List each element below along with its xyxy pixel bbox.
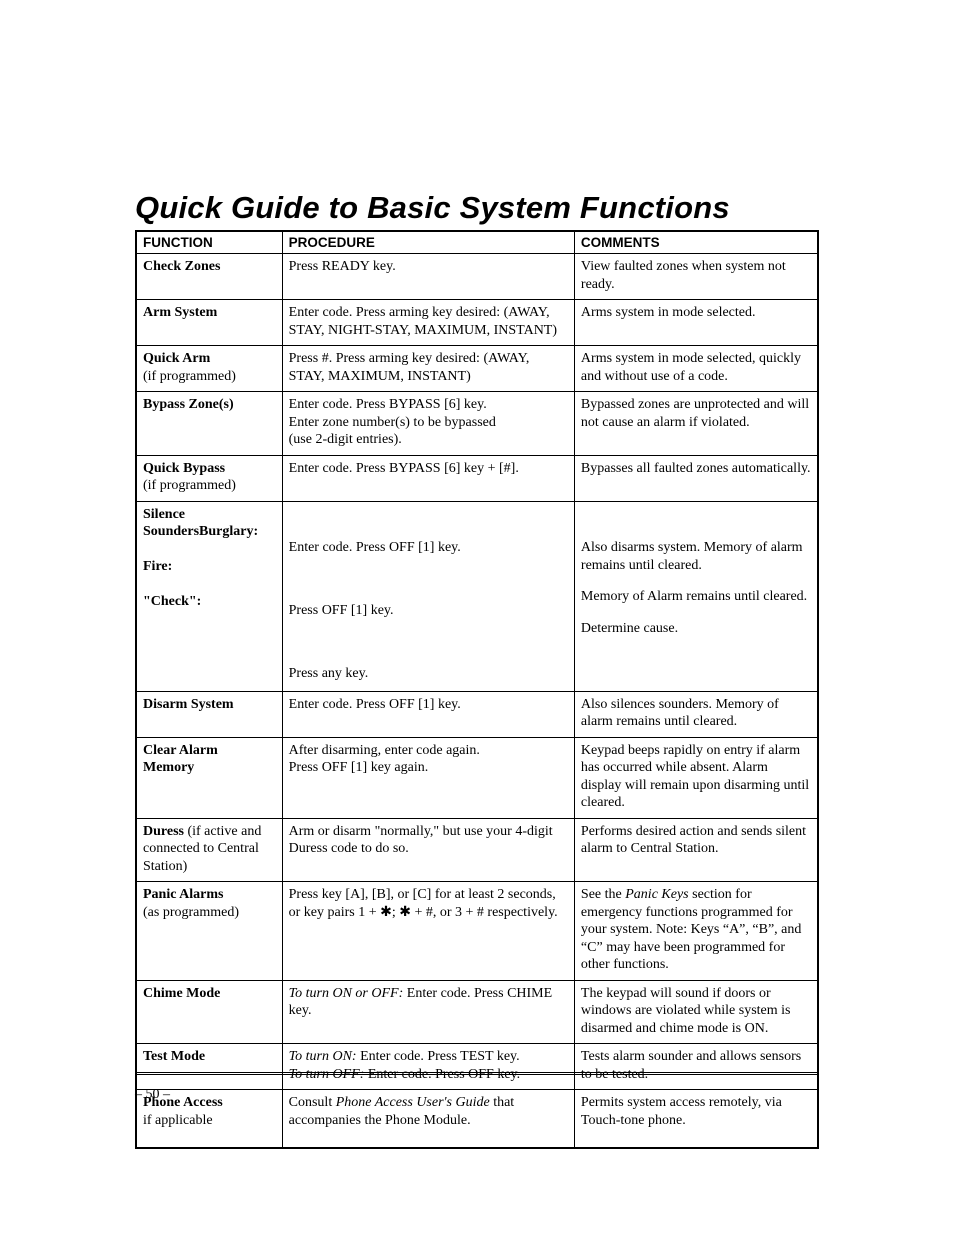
cell-comments: See the Panic Keys section for emergency… [574, 882, 818, 981]
cell-procedure: Enter code. Press arming key desired: (A… [282, 300, 574, 346]
table-header-row: FUNCTION PROCEDURE COMMENTS [136, 231, 818, 254]
cell-comments: Tests alarm sounder and allows sensors t… [574, 1044, 818, 1090]
cell-procedure: Enter code. Press BYPASS [6] key + [#]. [282, 455, 574, 501]
header-function: FUNCTION [136, 231, 282, 254]
table-row: Silence SoundersBurglary:Fire:"Check": E… [136, 501, 818, 691]
page-number: – 50 – [135, 1087, 170, 1103]
cell-procedure: Enter code. Press OFF [1] key. [282, 691, 574, 737]
footer-rule [135, 1072, 819, 1075]
table-row: Clear AlarmMemoryAfter disarming, enter … [136, 737, 818, 818]
cell-comments: Performs desired action and sends silent… [574, 818, 818, 882]
cell-function: Duress (if active and connected to Centr… [136, 818, 282, 882]
table-row: Phone Accessif applicableConsult Phone A… [136, 1090, 818, 1149]
cell-function: Quick Arm(if programmed) [136, 346, 282, 392]
cell-procedure: Enter code. Press OFF [1] key. Press OFF… [282, 501, 574, 691]
cell-function: Check Zones [136, 254, 282, 300]
cell-function: Quick Bypass(if programmed) [136, 455, 282, 501]
table-row: Arm SystemEnter code. Press arming key d… [136, 300, 818, 346]
cell-comments: Arms system in mode selected. [574, 300, 818, 346]
cell-procedure: Enter code. Press BYPASS [6] key.Enter z… [282, 392, 574, 456]
cell-procedure: Arm or disarm "normally," but use your 4… [282, 818, 574, 882]
table-row: Quick Bypass(if programmed)Enter code. P… [136, 455, 818, 501]
cell-comments: Arms system in mode selected, quickly an… [574, 346, 818, 392]
table-row: Test ModeTo turn ON: Enter code. Press T… [136, 1044, 818, 1090]
cell-function: Clear AlarmMemory [136, 737, 282, 818]
cell-function: Bypass Zone(s) [136, 392, 282, 456]
document-page: Quick Guide to Basic System Functions FU… [0, 0, 954, 1235]
table-row: Chime ModeTo turn ON or OFF: Enter code.… [136, 980, 818, 1044]
cell-function: Arm System [136, 300, 282, 346]
cell-comments: View faulted zones when system not ready… [574, 254, 818, 300]
cell-procedure: Press #. Press arming key desired: (AWAY… [282, 346, 574, 392]
table-row: Bypass Zone(s)Enter code. Press BYPASS [… [136, 392, 818, 456]
cell-function: Test Mode [136, 1044, 282, 1090]
header-procedure: PROCEDURE [282, 231, 574, 254]
table-row: Disarm SystemEnter code. Press OFF [1] k… [136, 691, 818, 737]
cell-comments: Permits system access remotely, via Touc… [574, 1090, 818, 1149]
cell-comments: Bypasses all faulted zones automatically… [574, 455, 818, 501]
page-title: Quick Guide to Basic System Functions [135, 190, 819, 226]
functions-table: FUNCTION PROCEDURE COMMENTS Check ZonesP… [135, 230, 819, 1149]
cell-comments: Bypassed zones are unprotected and will … [574, 392, 818, 456]
cell-function: Disarm System [136, 691, 282, 737]
cell-function: Silence SoundersBurglary:Fire:"Check": [136, 501, 282, 691]
cell-procedure: Press key [A], [B], or [C] for at least … [282, 882, 574, 981]
table-row: Check ZonesPress READY key.View faulted … [136, 254, 818, 300]
cell-procedure: Press READY key. [282, 254, 574, 300]
table-row: Quick Arm(if programmed)Press #. Press a… [136, 346, 818, 392]
cell-procedure: To turn ON: Enter code. Press TEST key.T… [282, 1044, 574, 1090]
cell-comments: Also disarms system. Memory of alarm rem… [574, 501, 818, 691]
cell-comments: Keypad beeps rapidly on entry if alarm h… [574, 737, 818, 818]
header-comments: COMMENTS [574, 231, 818, 254]
table-row: Panic Alarms(as programmed)Press key [A]… [136, 882, 818, 981]
cell-function: Chime Mode [136, 980, 282, 1044]
cell-procedure: Consult Phone Access User's Guide that a… [282, 1090, 574, 1149]
cell-procedure: After disarming, enter code again.Press … [282, 737, 574, 818]
cell-procedure: To turn ON or OFF: Enter code. Press CHI… [282, 980, 574, 1044]
cell-comments: Also silences sounders. Memory of alarm … [574, 691, 818, 737]
table-row: Duress (if active and connected to Centr… [136, 818, 818, 882]
cell-comments: The keypad will sound if doors or window… [574, 980, 818, 1044]
cell-function: Panic Alarms(as programmed) [136, 882, 282, 981]
